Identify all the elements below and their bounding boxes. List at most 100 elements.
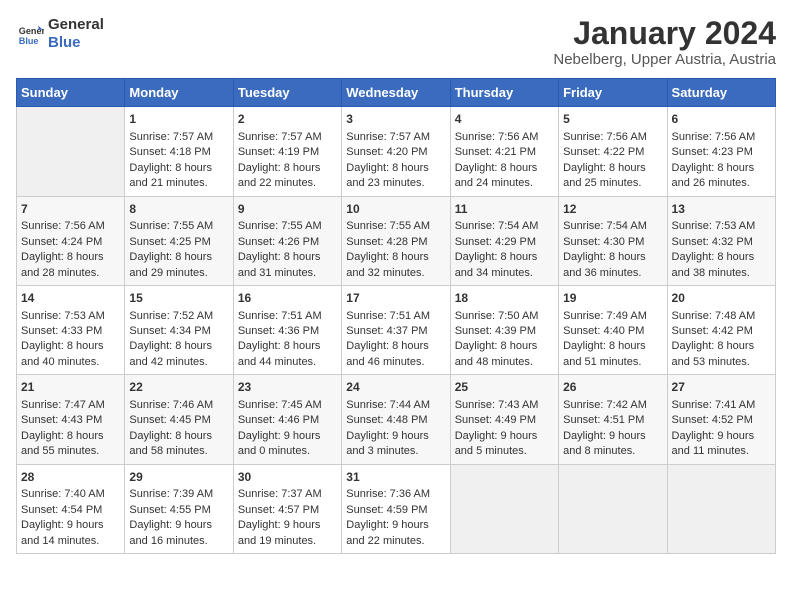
- daylight-text: Daylight: 9 hours and 16 minutes.: [129, 518, 228, 549]
- daylight-text: Daylight: 8 hours and 46 minutes.: [346, 339, 445, 370]
- day-number: 9: [238, 201, 337, 218]
- sunset-text: Sunset: 4:23 PM: [672, 145, 771, 160]
- sunset-text: Sunset: 4:45 PM: [129, 413, 228, 428]
- sunset-text: Sunset: 4:46 PM: [238, 413, 337, 428]
- day-number: 5: [563, 111, 662, 128]
- day-cell: 9Sunrise: 7:55 AMSunset: 4:26 PMDaylight…: [233, 196, 341, 285]
- day-number: 19: [563, 290, 662, 307]
- day-number: 11: [455, 201, 554, 218]
- daylight-text: Daylight: 9 hours and 14 minutes.: [21, 518, 120, 549]
- day-cell: 30Sunrise: 7:37 AMSunset: 4:57 PMDayligh…: [233, 464, 341, 553]
- sunset-text: Sunset: 4:26 PM: [238, 235, 337, 250]
- daylight-text: Daylight: 8 hours and 36 minutes.: [563, 250, 662, 281]
- day-cell: 23Sunrise: 7:45 AMSunset: 4:46 PMDayligh…: [233, 375, 341, 464]
- day-cell: 26Sunrise: 7:42 AMSunset: 4:51 PMDayligh…: [559, 375, 667, 464]
- sunset-text: Sunset: 4:33 PM: [21, 324, 120, 339]
- logo-general: General: [48, 16, 104, 34]
- sunrise-text: Sunrise: 7:40 AM: [21, 487, 120, 502]
- day-number: 10: [346, 201, 445, 218]
- sunrise-text: Sunrise: 7:56 AM: [455, 130, 554, 145]
- logo-blue: Blue: [48, 34, 104, 52]
- day-cell: 6Sunrise: 7:56 AMSunset: 4:23 PMDaylight…: [667, 107, 775, 196]
- sunset-text: Sunset: 4:29 PM: [455, 235, 554, 250]
- sunrise-text: Sunrise: 7:49 AM: [563, 309, 662, 324]
- day-cell: 5Sunrise: 7:56 AMSunset: 4:22 PMDaylight…: [559, 107, 667, 196]
- sunset-text: Sunset: 4:36 PM: [238, 324, 337, 339]
- sunrise-text: Sunrise: 7:37 AM: [238, 487, 337, 502]
- day-number: 20: [672, 290, 771, 307]
- sunset-text: Sunset: 4:55 PM: [129, 503, 228, 518]
- sunrise-text: Sunrise: 7:54 AM: [455, 219, 554, 234]
- day-number: 1: [129, 111, 228, 128]
- day-number: 13: [672, 201, 771, 218]
- week-row-1: 1 Sunrise: 7:57 AM Sunset: 4:18 PM Daylight…: [17, 107, 776, 196]
- sunrise-text: Sunrise: 7:39 AM: [129, 487, 228, 502]
- sunset-text: Sunset: 4:54 PM: [21, 503, 120, 518]
- day-cell: 27Sunrise: 7:41 AMSunset: 4:52 PMDayligh…: [667, 375, 775, 464]
- sunset-text: Sunset: 4:37 PM: [346, 324, 445, 339]
- daylight-text: Daylight: 8 hours and 32 minutes.: [346, 250, 445, 281]
- day-cell: 22Sunrise: 7:46 AMSunset: 4:45 PMDayligh…: [125, 375, 233, 464]
- sunset-text: Sunset: 4:30 PM: [563, 235, 662, 250]
- header-day-wednesday: Wednesday: [342, 79, 450, 107]
- daylight-text: Daylight: 9 hours and 11 minutes.: [672, 429, 771, 460]
- day-cell: 18Sunrise: 7:50 AMSunset: 4:39 PMDayligh…: [450, 285, 558, 374]
- sunrise-text: Sunrise: 7:50 AM: [455, 309, 554, 324]
- calendar-table: SundayMondayTuesdayWednesdayThursdayFrid…: [16, 78, 776, 554]
- sunrise-text: Sunrise: 7:56 AM: [21, 219, 120, 234]
- logo-icon: General Blue: [16, 20, 44, 48]
- sunset-text: Sunset: 4:32 PM: [672, 235, 771, 250]
- sunrise-text: Sunrise: 7:52 AM: [129, 309, 228, 324]
- sunrise-text: Sunrise: 7:48 AM: [672, 309, 771, 324]
- sunset-text: Sunset: 4:42 PM: [672, 324, 771, 339]
- day-number: 12: [563, 201, 662, 218]
- week-row-4: 21Sunrise: 7:47 AMSunset: 4:43 PMDayligh…: [17, 375, 776, 464]
- sunrise-text: Sunrise: 7:45 AM: [238, 398, 337, 413]
- sunrise-text: Sunrise: 7:55 AM: [129, 219, 228, 234]
- day-cell: 19Sunrise: 7:49 AMSunset: 4:40 PMDayligh…: [559, 285, 667, 374]
- sunset-text: Sunset: 4:43 PM: [21, 413, 120, 428]
- day-number: 4: [455, 111, 554, 128]
- day-cell: 20Sunrise: 7:48 AMSunset: 4:42 PMDayligh…: [667, 285, 775, 374]
- daylight-text: Daylight: 8 hours and 29 minutes.: [129, 250, 228, 281]
- header-day-saturday: Saturday: [667, 79, 775, 107]
- day-number: 17: [346, 290, 445, 307]
- day-number: 27: [672, 379, 771, 396]
- sunrise-text: Sunrise: 7:57 AM: [238, 130, 337, 145]
- day-cell: 28Sunrise: 7:40 AMSunset: 4:54 PMDayligh…: [17, 464, 125, 553]
- day-number: 3: [346, 111, 445, 128]
- daylight-text: Daylight: 8 hours and 40 minutes.: [21, 339, 120, 370]
- day-number: 26: [563, 379, 662, 396]
- sunrise-text: Sunrise: 7:51 AM: [346, 309, 445, 324]
- sunset-text: Sunset: 4:40 PM: [563, 324, 662, 339]
- sunset-text: Sunset: 4:21 PM: [455, 145, 554, 160]
- daylight-text: Daylight: 8 hours and 34 minutes.: [455, 250, 554, 281]
- daylight-text: Daylight: 8 hours and 25 minutes.: [563, 161, 662, 192]
- day-number: 28: [21, 469, 120, 486]
- day-cell: 10Sunrise: 7:55 AMSunset: 4:28 PMDayligh…: [342, 196, 450, 285]
- day-number: 30: [238, 469, 337, 486]
- daylight-text: Daylight: 8 hours and 23 minutes.: [346, 161, 445, 192]
- daylight-text: Daylight: 9 hours and 0 minutes.: [238, 429, 337, 460]
- header-day-monday: Monday: [125, 79, 233, 107]
- sunset-text: Sunset: 4:22 PM: [563, 145, 662, 160]
- header-day-tuesday: Tuesday: [233, 79, 341, 107]
- daylight-text: Daylight: 9 hours and 19 minutes.: [238, 518, 337, 549]
- day-cell: 2Sunrise: 7:57 AMSunset: 4:19 PMDaylight…: [233, 107, 341, 196]
- day-cell: [667, 464, 775, 553]
- day-cell: 12Sunrise: 7:54 AMSunset: 4:30 PMDayligh…: [559, 196, 667, 285]
- day-cell: 14Sunrise: 7:53 AMSunset: 4:33 PMDayligh…: [17, 285, 125, 374]
- sunset-text: Sunset: 4:18 PM: [129, 145, 228, 160]
- day-cell: [559, 464, 667, 553]
- daylight-text: Daylight: 8 hours and 28 minutes.: [21, 250, 120, 281]
- page-subtitle: Nebelberg, Upper Austria, Austria: [553, 51, 776, 68]
- daylight-text: Daylight: 8 hours and 38 minutes.: [672, 250, 771, 281]
- page-header: General Blue General Blue January 2024 N…: [16, 16, 776, 68]
- day-number: 7: [21, 201, 120, 218]
- daylight-text: Daylight: 8 hours and 58 minutes.: [129, 429, 228, 460]
- day-number: 16: [238, 290, 337, 307]
- sunrise-text: Sunrise: 7:41 AM: [672, 398, 771, 413]
- sunset-text: Sunset: 4:34 PM: [129, 324, 228, 339]
- header-day-thursday: Thursday: [450, 79, 558, 107]
- day-number: 31: [346, 469, 445, 486]
